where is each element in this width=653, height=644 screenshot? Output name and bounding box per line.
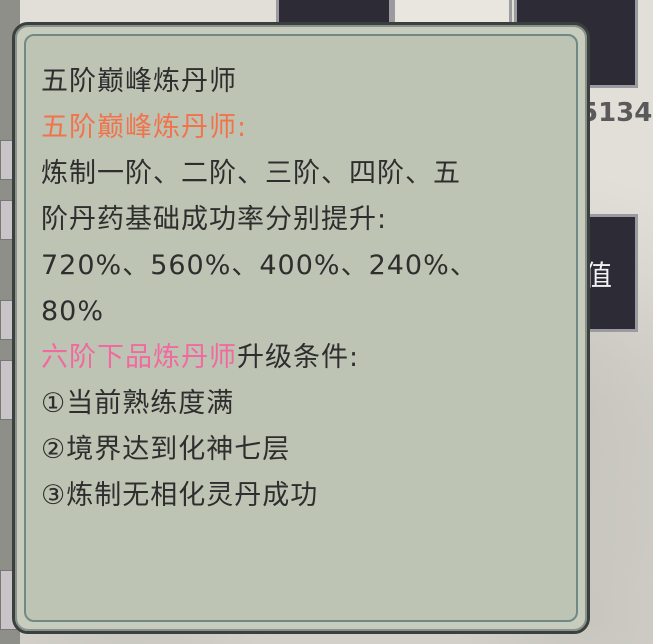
rank-description-line: 阶丹药基础成功率分别提升: — [41, 204, 388, 235]
rank-tooltip-content: 五阶巅峰炼丹师 五阶巅峰炼丹师: 炼制一阶、二阶、三阶、四阶、五 阶丹药基础成功… — [41, 59, 561, 519]
rank-description-line: 80% — [41, 296, 105, 327]
rank-description-line: 720%、560%、400%、240%、 — [41, 250, 478, 281]
rank-tooltip-panel: 五阶巅峰炼丹师 五阶巅峰炼丹师: 炼制一阶、二阶、三阶、四阶、五 阶丹药基础成功… — [12, 22, 590, 634]
tooltip-title: 五阶巅峰炼丹师 — [41, 66, 237, 97]
upgrade-condition: ②境界达到化神七层 — [41, 434, 291, 465]
rank-description-line: 炼制一阶、二阶、三阶、四阶、五 — [41, 158, 461, 189]
background-number-readout: 5134 — [580, 98, 653, 128]
upgrade-condition: ③炼制无相化灵丹成功 — [41, 480, 319, 511]
upgrade-conditions-label: 升级条件: — [237, 342, 360, 373]
next-rank-name: 六阶下品炼丹师 — [41, 342, 237, 373]
rank-name: 五阶巅峰炼丹师: — [41, 112, 248, 143]
upgrade-heading: 六阶下品炼丹师升级条件: — [41, 335, 561, 381]
upgrade-condition: ①当前熟练度满 — [41, 388, 235, 419]
